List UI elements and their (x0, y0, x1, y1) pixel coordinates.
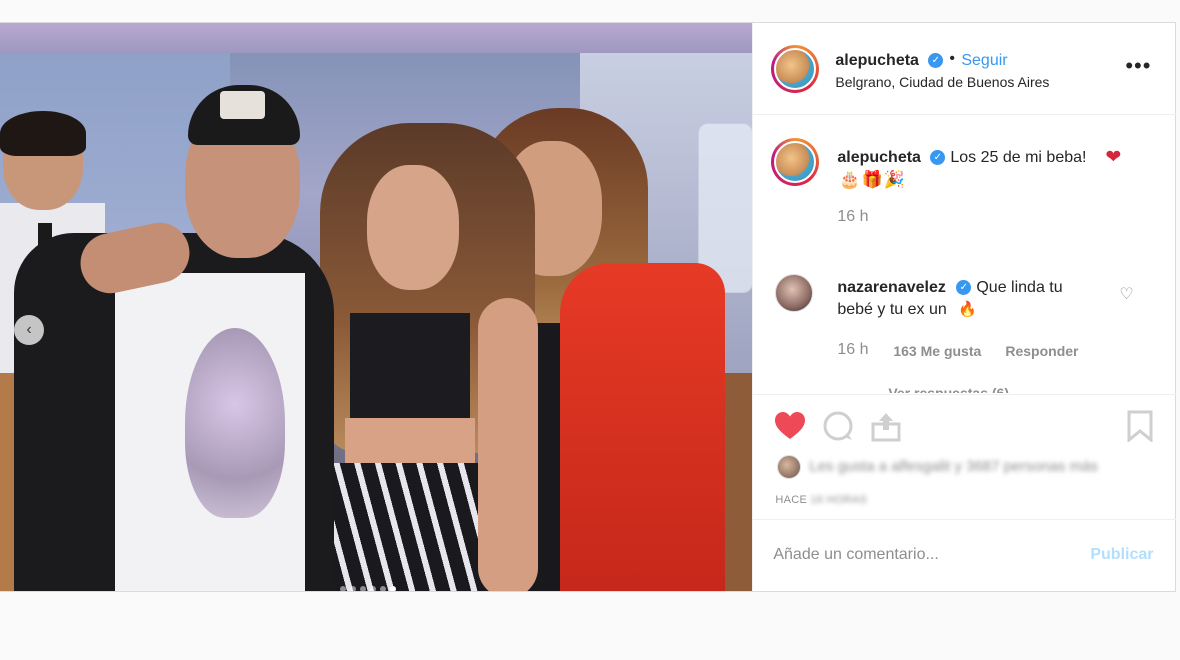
caption-avatar[interactable] (771, 138, 820, 186)
red-heart-emoji-icon: ❤ (1105, 147, 1122, 168)
comment-likes-count[interactable]: 163 Me gusta (893, 343, 981, 359)
view-replies-button[interactable]: Ver respuestas (6) (888, 385, 1009, 393)
carousel-dot (390, 586, 396, 591)
timestamp-blurred: 16 HORAS (807, 494, 868, 506)
bookmark-icon[interactable] (1123, 410, 1157, 442)
liked-by-avatar[interactable] (777, 455, 802, 479)
carousel-dot (380, 586, 386, 591)
carousel-prev-button[interactable]: ‹ (14, 315, 44, 345)
woman-center-top (350, 313, 470, 423)
timestamp-prefix: HACE (775, 494, 808, 506)
instagram-post: ‹ alepucheta ✓ • Seguir Belgrano, Ciudad… (0, 22, 1177, 592)
verified-badge-icon: ✓ (928, 53, 944, 68)
post-photo[interactable]: ‹ (0, 23, 753, 591)
caption-username[interactable]: alepucheta (837, 149, 921, 167)
ceiling (0, 23, 753, 53)
commenter-avatar[interactable] (775, 274, 814, 312)
carousel-dot (370, 586, 376, 591)
separator-bullet: • (949, 50, 955, 67)
bartender-hair (0, 111, 86, 156)
post-actions: Les gusta a alfesgalit y 3687 personas m… (753, 394, 1177, 518)
carousel-dots (340, 586, 396, 591)
comment-like-heart-icon[interactable]: ♡ (1119, 284, 1133, 304)
reply-button[interactable]: Responder (1005, 343, 1078, 359)
publish-button[interactable]: Publicar (1090, 546, 1153, 564)
caption-emojis: 🎂🎁🎉 (839, 170, 906, 189)
post-location[interactable]: Belgrano, Ciudad de Buenos Aires (835, 74, 1049, 90)
more-options-icon[interactable]: ••• (1125, 55, 1151, 77)
author-avatar[interactable] (771, 45, 820, 93)
post-timestamp[interactable]: HACE 16 HORAS (775, 494, 867, 506)
liked-by-text[interactable]: Les gusta a alfesgalit y 3687 personas m… (809, 458, 1098, 475)
caption-time[interactable]: 16 h (837, 208, 868, 226)
follow-button[interactable]: Seguir (961, 52, 1007, 70)
post-header: alepucheta ✓ • Seguir Belgrano, Ciudad d… (753, 23, 1177, 115)
share-icon[interactable] (869, 410, 903, 442)
carousel-dot (340, 586, 346, 591)
comment-text-line2: bebé y tu ex un (837, 301, 947, 318)
woman-right-red-jacket (560, 263, 725, 591)
verified-badge-icon: ✓ (956, 280, 972, 295)
comment-composer: Publicar (753, 519, 1177, 591)
woman-center-midriff (345, 418, 475, 463)
woman-center-face (367, 165, 459, 290)
woman-center-arm (478, 298, 538, 591)
carousel-dot (360, 586, 366, 591)
author-username[interactable]: alepucheta (835, 52, 919, 70)
man-shirt-skull-print (185, 328, 285, 518)
commenter-username[interactable]: nazarenavelez (837, 279, 946, 297)
comments-section[interactable]: alepucheta ✓ Los 25 de mi beba! ❤ 🎂🎁🎉 16… (753, 116, 1176, 393)
comment-icon[interactable] (821, 410, 855, 442)
comment-text-line1: Que linda tu (976, 279, 1063, 296)
verified-badge-icon: ✓ (930, 150, 946, 165)
woman-center-striped-skirt (315, 463, 495, 591)
comment-input[interactable] (773, 540, 1074, 570)
comment-time[interactable]: 16 h (837, 341, 868, 359)
heart-filled-icon[interactable] (773, 410, 807, 442)
caption-text: Los 25 de mi beba! (950, 149, 1087, 166)
fire-emoji-icon: 🔥 (958, 301, 978, 318)
post-side-panel: alepucheta ✓ • Seguir Belgrano, Ciudad d… (752, 23, 1177, 591)
carousel-dot (350, 586, 356, 591)
man-cap-logo (220, 91, 265, 119)
